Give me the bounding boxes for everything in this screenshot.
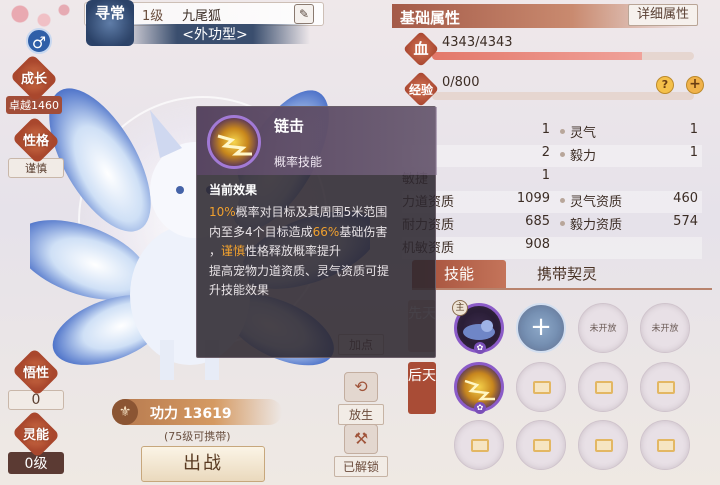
power-icon: ⚜ xyxy=(112,399,138,425)
current-effect-heading: 当前效果 xyxy=(209,183,258,197)
description-line: 内至多4个目标造成66%基础伤害 xyxy=(209,223,429,243)
carry-level-note: (75级可携带) xyxy=(164,430,231,443)
power-value: 功力 13619 xyxy=(150,406,232,422)
description-line: ，谨慎性格释放概率提升 xyxy=(209,242,429,262)
description-text: ， xyxy=(209,244,222,258)
divider-dot xyxy=(560,221,565,226)
chest-icon xyxy=(533,381,551,394)
help-icon[interactable]: ? xyxy=(656,76,674,94)
chest-icon xyxy=(657,439,675,452)
stat-row: 机敏资质 908 xyxy=(402,237,702,259)
tab-acquired[interactable]: 后天 xyxy=(408,362,436,414)
empty-skill-slot[interactable] xyxy=(454,420,504,470)
tab-contract-spirit[interactable]: 携带契灵 xyxy=(512,260,622,288)
skill-tooltip: 链击 概率技能 当前效果 10%概率对目标及其周围5米范围 内至多4个目标造成6… xyxy=(196,106,437,358)
description-line: 升技能效果 xyxy=(209,283,270,297)
stat-row: 耐力资质 685 毅力资质 574 xyxy=(402,214,702,236)
growth-badge[interactable]: 成长 卓越1460 xyxy=(6,53,62,114)
stat-row: 力道资质 1099 灵气资质 460 xyxy=(402,191,702,213)
empty-skill-slot[interactable] xyxy=(516,362,566,412)
chest-icon xyxy=(595,439,613,452)
stat-row: 1 灵气 1 xyxy=(402,122,702,144)
skill-tabs: 技能 携带契灵 xyxy=(412,260,702,288)
pet-subtype: <外功型> xyxy=(120,24,310,44)
spirit-label: 悟性 xyxy=(22,366,49,381)
hp-bar xyxy=(432,52,694,60)
empty-skill-slot[interactable] xyxy=(640,362,690,412)
stat-row: 敏捷 1 xyxy=(402,168,702,190)
exp-value: 0/800 xyxy=(442,75,480,90)
release-label: 放生 xyxy=(338,404,384,425)
hp-value: 4343/4343 xyxy=(442,35,513,50)
description-line: 10%概率对目标及其周围5米范围 xyxy=(209,203,429,223)
release-button[interactable]: ⟲ 放生 xyxy=(338,372,384,425)
hp-bar-fill xyxy=(432,52,642,60)
empty-skill-slot[interactable] xyxy=(640,420,690,470)
stat-right-value: 460 xyxy=(673,191,698,206)
chain-strike-skill-icon xyxy=(207,115,261,169)
empty-skill-slot[interactable] xyxy=(578,420,628,470)
empty-skill-slot[interactable] xyxy=(578,362,628,412)
growth-label: 成长 xyxy=(20,72,47,87)
deploy-button[interactable]: 出战 xyxy=(141,446,265,482)
nature-label: 性格 xyxy=(22,134,49,149)
paw-icon: ✿ xyxy=(474,342,486,354)
nature-badge[interactable]: 性格 谨慎 xyxy=(8,115,64,178)
exp-icon-label: 经验 xyxy=(408,83,433,97)
male-gender-icon[interactable]: ♂ xyxy=(26,28,52,54)
evolve-badge[interactable]: 灵能 0级 xyxy=(8,409,64,474)
description-text: 基础伤害 xyxy=(339,224,388,239)
chest-icon xyxy=(471,439,489,452)
paw-icon: ✿ xyxy=(474,402,486,414)
divider-dot xyxy=(560,198,565,203)
locked-skill-slot: 未开放 xyxy=(578,303,628,353)
description-text: 概率对目标及其周围5米范围 xyxy=(235,205,388,219)
description-text: 内至多4个目标造成 xyxy=(209,224,313,239)
lightning-icon xyxy=(217,134,252,156)
skill-name: 链击 xyxy=(274,117,305,135)
edit-name-button[interactable]: ✎ xyxy=(294,4,314,24)
add-exp-icon[interactable]: + xyxy=(686,76,704,94)
pet-level: 1级 xyxy=(142,9,164,24)
exp-row: 经验 0/800 ? + xyxy=(402,70,704,108)
nature-highlight: 谨慎 xyxy=(221,244,246,258)
unlock-icon: ⚒ xyxy=(344,424,378,454)
detail-attributes-button[interactable]: 详细属性 xyxy=(628,4,698,26)
exp-bar xyxy=(432,92,694,100)
divider-dot xyxy=(560,152,565,157)
chest-icon xyxy=(533,439,551,452)
chest-icon xyxy=(657,381,675,394)
spirit-badge[interactable]: 悟性 0 xyxy=(8,347,64,410)
chest-icon xyxy=(595,381,613,394)
attribute-panel: 基础属性 详细属性 血 4343/4343 经验 0/800 ? + 1 灵气 … xyxy=(392,0,720,485)
hp-icon-label: 血 xyxy=(413,40,429,58)
damage-highlight: 66% xyxy=(312,224,340,239)
unlocked-label: 已解锁 xyxy=(334,456,388,477)
probability-highlight: 10% xyxy=(209,205,236,219)
divider-dot xyxy=(560,129,565,134)
description-line: 提高宠物力道资质、灵气资质可提 xyxy=(209,263,390,278)
release-icon: ⟲ xyxy=(344,372,378,402)
hp-row: 血 4343/4343 xyxy=(402,30,696,68)
stat-right-value: 1 xyxy=(689,145,698,160)
power-bar: ⚜ 功力 13619 xyxy=(112,399,282,425)
description-text: 性格释放概率提升 xyxy=(245,244,342,258)
locked-skill-slot: 未开放 xyxy=(640,303,690,353)
stat-right-value: 574 xyxy=(673,214,698,229)
pet-name: 九尾狐 xyxy=(182,9,222,24)
main-skill-tag: 主 xyxy=(452,300,468,316)
stat-row: 2 毅力 1 xyxy=(402,145,702,167)
evolve-label: 灵能 xyxy=(22,428,49,443)
skill-description: 10%概率对目标及其周围5米范围 内至多4个目标造成66%基础伤害 ，谨慎性格释… xyxy=(209,203,429,301)
stat-right-value: 1 xyxy=(689,122,698,137)
attribute-title: 基础属性 xyxy=(400,9,461,27)
unlocked-button[interactable]: ⚒ 已解锁 xyxy=(334,424,388,477)
skill-type: 概率技能 xyxy=(274,155,323,169)
empty-skill-slot[interactable] xyxy=(516,420,566,470)
add-skill-button[interactable]: + xyxy=(516,303,566,353)
tab-divider xyxy=(412,288,712,290)
